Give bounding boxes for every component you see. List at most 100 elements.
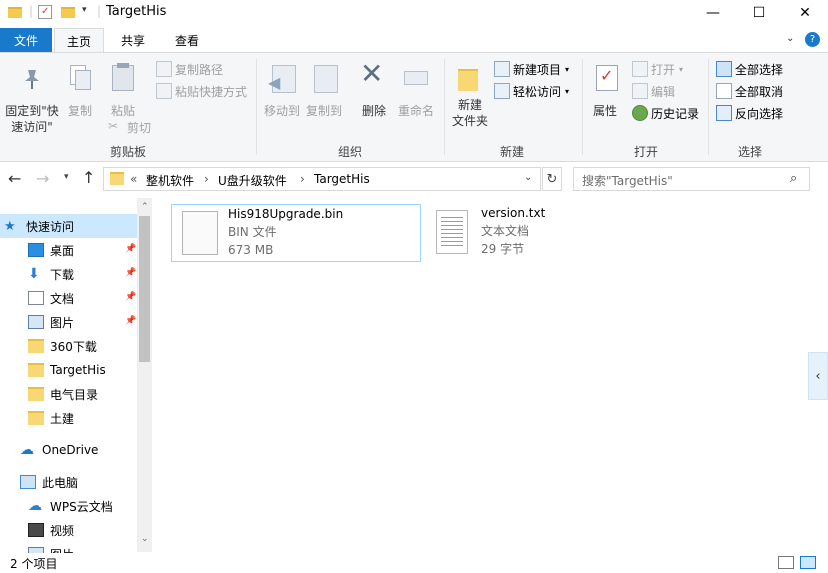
select-all-button[interactable]: 全部选择	[716, 59, 783, 79]
large-icons-view-icon[interactable]	[800, 556, 816, 569]
nav-onedrive[interactable]: ☁ OneDrive	[0, 438, 137, 462]
copy-path-button[interactable]: 复制路径	[156, 59, 223, 79]
dropdown-arrow-icon: ▾	[565, 86, 570, 96]
up-button[interactable]: ↑	[82, 168, 95, 187]
window-title: TargetHis	[106, 4, 167, 19]
nav-label: 土建	[50, 411, 75, 426]
file-item[interactable]: His918Upgrade.bin BIN 文件 673 MB	[171, 204, 421, 262]
pin-label: 固定到"快 速访问"	[5, 104, 59, 134]
nav-label: 360下载	[50, 339, 97, 354]
properties-quick-icon[interactable]: ✓	[38, 5, 52, 19]
invert-selection-button[interactable]: 反向选择	[716, 103, 783, 123]
nav-item-videos[interactable]: 视频	[0, 518, 137, 542]
refresh-button[interactable]: ↻	[542, 167, 562, 191]
nav-item-360-downloads[interactable]: 360下载	[0, 334, 137, 358]
nav-item-documents[interactable]: 文档 📌	[0, 286, 137, 310]
nav-item-civil[interactable]: 土建	[0, 406, 137, 430]
scrollbar-thumb[interactable]	[139, 216, 150, 362]
select-none-button[interactable]: 全部取消	[716, 81, 783, 101]
new-folder-quick-icon[interactable]	[61, 7, 75, 18]
new-folder-label: 新建 文件夹	[451, 98, 488, 128]
tab-share[interactable]: 共享	[110, 28, 156, 52]
paste-shortcut-button[interactable]: 粘贴快捷方式	[156, 81, 247, 101]
nav-scrollbar[interactable]: ⌃ ⌄	[137, 198, 152, 552]
download-icon: ⬇	[28, 266, 40, 282]
edit-button[interactable]: 编辑	[632, 81, 675, 101]
maximize-button[interactable]: ☐	[736, 0, 782, 26]
properties-button[interactable]: ✓ 属性	[590, 59, 624, 129]
nav-item-desktop[interactable]: 桌面 📌	[0, 238, 137, 262]
copy-to-label: 复制到	[306, 104, 343, 118]
edit-label: 编辑	[651, 84, 676, 99]
easy-access-button[interactable]: 轻松访问 ▾	[494, 81, 569, 101]
help-icon[interactable]: ?	[805, 32, 820, 47]
select-all-label: 全部选择	[735, 62, 784, 77]
group-label-new: 新建	[499, 145, 524, 159]
nav-quick-access[interactable]: ★ 快速访问	[0, 214, 137, 238]
group-label-organize: 组织	[337, 145, 362, 159]
nav-item-downloads[interactable]: ⬇ 下载 📌	[0, 262, 137, 286]
breadcrumb-separator[interactable]: ›	[204, 172, 209, 186]
copy-to-button[interactable]: 复制到	[304, 59, 346, 129]
pane-toggle-chevron-icon[interactable]: ‹	[808, 352, 828, 400]
breadcrumb-2[interactable]: TargetHis	[314, 172, 370, 186]
scroll-down-icon[interactable]: ⌄	[141, 534, 149, 544]
nav-label: OneDrive	[42, 443, 99, 457]
paste-button[interactable]: 粘贴	[106, 59, 142, 119]
collapse-ribbon-icon[interactable]: ⌄	[786, 33, 794, 44]
copy-label: 复制	[68, 104, 93, 118]
documents-icon	[28, 291, 44, 305]
copy-path-label: 复制路径	[175, 62, 224, 77]
tab-view[interactable]: 查看	[164, 28, 210, 52]
nav-item-pictures[interactable]: 图片 📌	[0, 310, 137, 334]
pin-icon[interactable]: 📌	[125, 268, 136, 278]
nav-item-pc-pictures[interactable]: 图片	[0, 542, 137, 553]
nav-this-pc[interactable]: 此电脑	[0, 470, 137, 494]
overflow-crumb[interactable]: «	[130, 172, 137, 186]
tab-file[interactable]: 文件	[0, 28, 52, 52]
file-item[interactable]: version.txt 文本文档 29 字节	[428, 204, 678, 262]
recent-locations-button[interactable]: ▾	[64, 172, 69, 182]
group-separator	[582, 59, 583, 155]
move-to-label: 移动到	[264, 104, 301, 118]
scroll-up-icon[interactable]: ⌃	[141, 202, 149, 212]
pin-icon[interactable]: 📌	[125, 292, 136, 302]
open-icon	[632, 61, 648, 77]
nav-item-targethis[interactable]: TargetHis	[0, 358, 137, 382]
pin-icon[interactable]: 📌	[125, 316, 136, 326]
customize-qat-icon[interactable]: ▾	[82, 5, 87, 15]
cut-button[interactable]: ✂ 剪切	[108, 117, 151, 137]
tab-home[interactable]: 主页	[54, 28, 104, 53]
nav-item-electrical[interactable]: 电气目录	[0, 382, 137, 406]
forward-button[interactable]: →	[36, 169, 49, 188]
breadcrumb-1[interactable]: U盘升级软件	[218, 172, 287, 189]
new-item-button[interactable]: 新建项目 ▾	[494, 59, 569, 79]
details-view-icon[interactable]	[778, 556, 794, 569]
rename-button[interactable]: 重命名	[396, 59, 436, 129]
history-button[interactable]: 历史记录	[632, 103, 699, 123]
pictures-icon	[28, 315, 44, 329]
open-button[interactable]: 打开 ▾	[632, 59, 683, 79]
breadcrumb-separator[interactable]: ›	[300, 172, 305, 186]
address-bar[interactable]: « 整机软件 › U盘升级软件 › TargetHis ⌄	[103, 167, 541, 191]
copy-path-icon	[156, 61, 172, 77]
close-button[interactable]: ✕	[782, 0, 828, 26]
copy-button[interactable]: 复制	[64, 59, 100, 119]
nav-item-wps-cloud[interactable]: ☁ WPS云文档	[0, 494, 137, 518]
new-folder-button[interactable]: 新建 文件夹	[448, 59, 490, 131]
open-label: 打开	[651, 62, 676, 77]
pin-to-quick-access-button[interactable]: 固定到"快 速访问"	[4, 59, 59, 134]
pin-icon[interactable]: 📌	[125, 244, 136, 254]
search-box[interactable]: 搜索"TargetHis" ⌕	[573, 167, 810, 191]
back-button[interactable]: ←	[8, 169, 21, 188]
minimize-button[interactable]: —	[690, 0, 736, 26]
address-dropdown-icon[interactable]: ⌄	[524, 172, 532, 183]
breadcrumb-0[interactable]: 整机软件	[146, 172, 194, 189]
title-bar: | ✓ ▾ | TargetHis — ☐ ✕	[0, 0, 828, 26]
folder-icon	[8, 7, 22, 18]
wps-cloud-icon: ☁	[28, 498, 42, 514]
cloud-icon: ☁	[20, 442, 34, 458]
delete-button[interactable]: ✕ 删除	[358, 59, 392, 129]
move-to-button[interactable]: ◀ 移动到	[262, 59, 304, 129]
search-icon[interactable]: ⌕	[790, 171, 797, 186]
